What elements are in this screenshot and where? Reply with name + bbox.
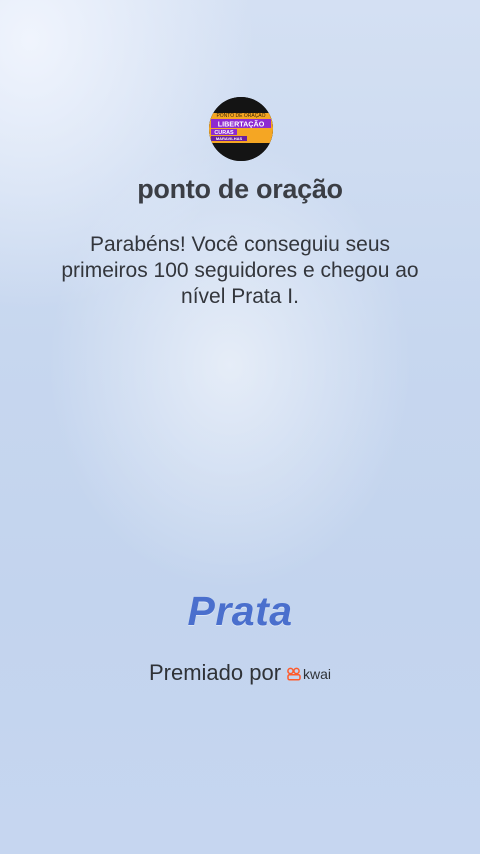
award-attribution: Premiado por kwai: [0, 660, 480, 686]
avatar-image: PONTO DE ORAÇÃO LIBERTAÇÃO CURAS MARAVIL…: [209, 97, 273, 161]
congratulations-message: Parabéns! Você conseguiu seus primeiros …: [61, 233, 419, 308]
avatar-line-4: MARAVILHAS: [216, 136, 243, 141]
profile-avatar[interactable]: PONTO DE ORAÇÃO LIBERTAÇÃO CURAS MARAVIL…: [209, 97, 273, 161]
kwai-logo-icon: [287, 667, 301, 681]
kwai-brand-name: kwai: [303, 666, 332, 682]
award-label: Premiado por: [148, 660, 282, 685]
avatar-line-1: PONTO DE ORAÇÃO: [216, 112, 265, 119]
avatar-line-2: LIBERTAÇÃO: [218, 120, 265, 129]
level-title: Prata: [187, 588, 293, 634]
kwai-brand: kwai: [287, 666, 331, 682]
profile-name: ponto de oração: [137, 174, 343, 204]
